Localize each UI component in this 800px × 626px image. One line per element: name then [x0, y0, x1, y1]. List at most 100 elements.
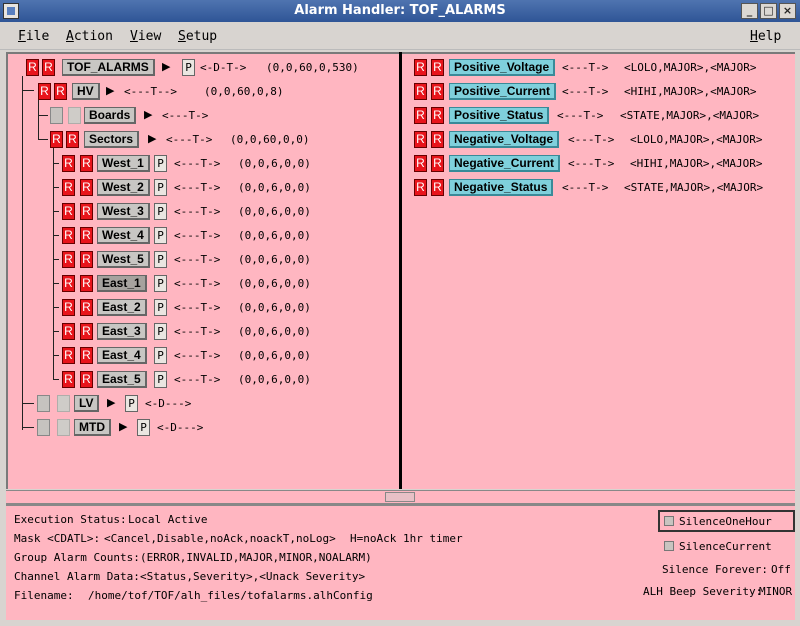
tree-row-lv[interactable]: LV ▶ P <-D--->: [37, 395, 237, 415]
tree-row-hv[interactable]: R R HV ▶ <---T--> (0,0,60,0,8): [38, 83, 378, 103]
ack-transient-button[interactable]: R: [54, 83, 67, 100]
ack-button[interactable]: R: [62, 203, 75, 220]
ack-transient-button-inactive[interactable]: [57, 395, 70, 412]
process-button[interactable]: P: [154, 251, 167, 268]
menu-help[interactable]: Help: [750, 29, 781, 44]
channel-name-button[interactable]: Negative_Status: [449, 179, 554, 196]
ack-button[interactable]: R: [62, 347, 75, 364]
silence-one-hour-checkbox[interactable]: [664, 516, 674, 526]
ack-transient-button[interactable]: R: [80, 347, 93, 364]
ack-button-inactive[interactable]: [50, 107, 63, 124]
channel-row[interactable]: R R Positive_Voltage <---T-> <LOLO,MAJOR…: [414, 59, 784, 79]
channel-row[interactable]: R R Negative_Voltage <---T-> <LOLO,MAJOR…: [414, 131, 784, 151]
ack-button[interactable]: R: [50, 131, 63, 148]
minimize-button[interactable]: _: [741, 3, 758, 19]
ack-button[interactable]: R: [414, 83, 427, 100]
process-button[interactable]: P: [154, 227, 167, 244]
process-button[interactable]: P: [154, 155, 167, 172]
expand-arrow-icon[interactable]: ▶: [148, 132, 156, 146]
channel-row[interactable]: R R Negative_Status <---T-> <STATE,MAJOR…: [414, 179, 784, 199]
ack-button[interactable]: R: [62, 275, 75, 292]
expand-arrow-icon[interactable]: ▶: [106, 84, 114, 98]
expand-arrow-icon[interactable]: ▶: [119, 420, 127, 434]
ack-button[interactable]: R: [62, 179, 75, 196]
group-name-button[interactable]: Sectors: [84, 131, 140, 148]
process-button[interactable]: P: [154, 179, 167, 196]
ack-transient-button[interactable]: R: [80, 323, 93, 340]
ack-button[interactable]: R: [62, 323, 75, 340]
group-name-button[interactable]: East_5: [97, 371, 147, 388]
process-button[interactable]: P: [154, 275, 167, 292]
maximize-button[interactable]: □: [760, 3, 777, 19]
ack-button[interactable]: R: [414, 155, 427, 172]
group-name-button-selected[interactable]: East_1: [97, 275, 147, 292]
group-name-button[interactable]: West_1: [97, 155, 150, 172]
pane-slider[interactable]: [6, 490, 795, 504]
tree-row-sector-item[interactable]: R R West_5 P <---T-> (0,0,6,0,0): [62, 251, 322, 271]
tree-row-boards[interactable]: Boards ▶ <---T->: [50, 107, 250, 127]
ack-transient-button[interactable]: R: [431, 179, 444, 196]
menu-file[interactable]: File: [18, 29, 49, 44]
close-button[interactable]: ×: [779, 3, 796, 19]
ack-button[interactable]: R: [62, 371, 75, 388]
group-name-button[interactable]: West_5: [97, 251, 150, 268]
expand-arrow-icon[interactable]: ▶: [162, 60, 170, 74]
channel-name-button[interactable]: Positive_Current: [449, 83, 557, 100]
ack-transient-button[interactable]: R: [66, 131, 79, 148]
ack-button[interactable]: R: [62, 251, 75, 268]
ack-button-inactive[interactable]: [37, 419, 50, 436]
menu-setup[interactable]: Setup: [178, 29, 217, 44]
group-name-button[interactable]: West_4: [97, 227, 150, 244]
group-name-button[interactable]: East_3: [97, 323, 147, 340]
ack-button[interactable]: R: [414, 59, 427, 76]
ack-transient-button[interactable]: R: [431, 155, 444, 172]
group-name-button[interactable]: Boards: [84, 107, 137, 124]
ack-transient-button[interactable]: R: [80, 179, 93, 196]
tree-row-sector-item[interactable]: R R West_2 P <---T-> (0,0,6,0,0): [62, 179, 322, 199]
tree-row-sector-item[interactable]: R R East_5 P <---T-> (0,0,6,0,0): [62, 371, 322, 391]
tree-row-sector-item[interactable]: R R East_2 P <---T-> (0,0,6,0,0): [62, 299, 322, 319]
ack-transient-button[interactable]: R: [431, 131, 444, 148]
ack-transient-button-inactive[interactable]: [57, 419, 70, 436]
ack-transient-button[interactable]: R: [431, 107, 444, 124]
ack-transient-button[interactable]: R: [80, 299, 93, 316]
silence-current-checkbox[interactable]: [664, 541, 674, 551]
tree-row-root[interactable]: R R TOF_ALARMS ▶ P <-D-T-> (0,0,60,0,530…: [26, 59, 396, 79]
tree-row-sector-item[interactable]: R R West_3 P <---T-> (0,0,6,0,0): [62, 203, 322, 223]
process-button[interactable]: P: [154, 299, 167, 316]
process-button[interactable]: P: [137, 419, 150, 436]
tree-row-mtd[interactable]: MTD ▶ P <-D--->: [37, 419, 237, 439]
menu-action[interactable]: Action: [66, 29, 113, 44]
group-name-button[interactable]: West_2: [97, 179, 150, 196]
silence-current-label[interactable]: SilenceCurrent: [679, 540, 772, 553]
ack-button[interactable]: R: [414, 179, 427, 196]
tree-row-sector-item[interactable]: R R West_1 P <---T-> (0,0,6,0,0): [62, 155, 322, 175]
ack-transient-button[interactable]: R: [80, 203, 93, 220]
ack-button[interactable]: R: [62, 155, 75, 172]
group-name-button[interactable]: LV: [74, 395, 100, 412]
ack-transient-button[interactable]: R: [80, 251, 93, 268]
tree-row-sector-item[interactable]: R R West_4 P <---T-> (0,0,6,0,0): [62, 227, 322, 247]
tree-row-sector-item[interactable]: R R East_4 P <---T-> (0,0,6,0,0): [62, 347, 322, 367]
ack-button[interactable]: R: [414, 131, 427, 148]
tree-row-sector-item[interactable]: R R East_3 P <---T-> (0,0,6,0,0): [62, 323, 322, 343]
tree-row-sectors[interactable]: R R Sectors ▶ <---T-> (0,0,60,0,0): [50, 131, 350, 151]
ack-button[interactable]: R: [62, 299, 75, 316]
channel-name-button[interactable]: Negative_Current: [449, 155, 561, 172]
group-name-button[interactable]: MTD: [74, 419, 111, 436]
ack-transient-button[interactable]: R: [431, 59, 444, 76]
ack-transient-button[interactable]: R: [80, 227, 93, 244]
ack-transient-button[interactable]: R: [42, 59, 55, 76]
ack-button[interactable]: R: [38, 83, 51, 100]
group-name-button[interactable]: East_2: [97, 299, 147, 316]
group-name-button[interactable]: East_4: [97, 347, 147, 364]
process-button[interactable]: P: [154, 323, 167, 340]
group-name-button[interactable]: TOF_ALARMS: [62, 59, 155, 76]
ack-button[interactable]: R: [62, 227, 75, 244]
channel-row[interactable]: R R Negative_Current <---T-> <HIHI,MAJOR…: [414, 155, 784, 175]
process-button[interactable]: P: [154, 203, 167, 220]
channel-name-button[interactable]: Positive_Status: [449, 107, 550, 124]
ack-button[interactable]: R: [414, 107, 427, 124]
process-button[interactable]: P: [182, 59, 195, 76]
expand-arrow-icon[interactable]: ▶: [144, 108, 152, 122]
